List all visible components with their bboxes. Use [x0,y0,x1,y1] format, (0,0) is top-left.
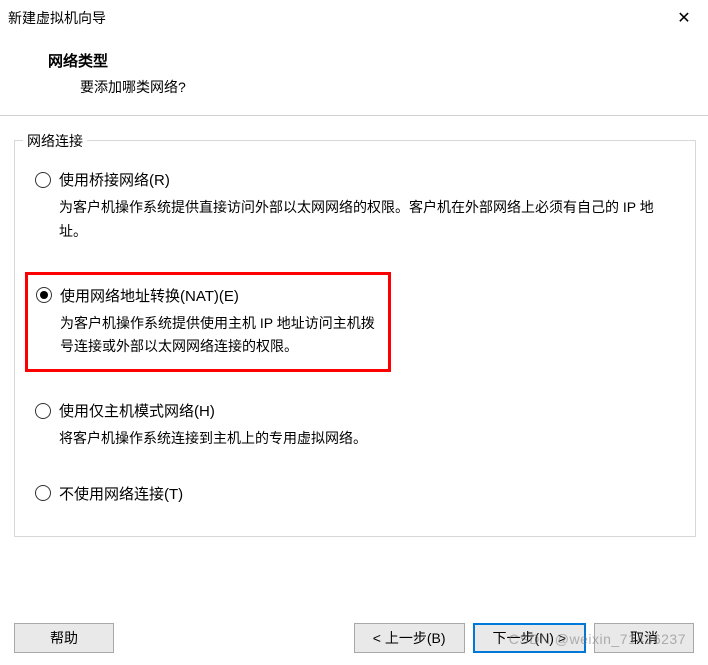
option-bridged[interactable]: 使用桥接网络(R) 为客户机操作系统提供直接访问外部以太网网络的权限。客户机在外… [29,165,681,248]
option-hostonly[interactable]: 使用仅主机模式网络(H) 将客户机操作系统连接到主机上的专用虚拟网络。 [29,396,681,455]
content-area: 网络连接 使用桥接网络(R) 为客户机操作系统提供直接访问外部以太网网络的权限。… [0,116,708,537]
option-bridged-desc: 为客户机操作系统提供直接访问外部以太网网络的权限。客户机在外部网络上必须有自己的… [59,196,675,244]
radio-hostonly[interactable] [35,403,51,419]
wizard-header: 网络类型 要添加哪类网络? [0,36,708,115]
radio-bridged[interactable] [35,172,51,188]
option-none-label: 不使用网络连接(T) [59,483,183,504]
nav-button-group: < 上一步(B) 下一步(N) > 取消 [354,623,694,653]
help-button[interactable]: 帮助 [14,623,114,653]
radio-none[interactable] [35,485,51,501]
radio-nat[interactable] [36,287,52,303]
window-title: 新建虚拟机向导 [8,8,106,28]
next-button[interactable]: 下一步(N) > [473,623,587,653]
titlebar: 新建虚拟机向导 ✕ [0,0,708,36]
page-subtitle: 要添加哪类网络? [80,77,678,97]
close-icon[interactable]: ✕ [672,8,696,28]
cancel-button[interactable]: 取消 [594,623,694,653]
network-groupbox: 网络连接 使用桥接网络(R) 为客户机操作系统提供直接访问外部以太网网络的权限。… [14,140,696,537]
option-nat[interactable]: 使用网络地址转换(NAT)(E) 为客户机操作系统提供使用主机 IP 地址访问主… [25,272,391,373]
back-button[interactable]: < 上一步(B) [354,623,465,653]
option-hostonly-desc: 将客户机操作系统连接到主机上的专用虚拟网络。 [59,427,675,451]
option-nat-label: 使用网络地址转换(NAT)(E) [60,285,239,306]
button-bar: 帮助 < 上一步(B) 下一步(N) > 取消 [0,623,708,653]
option-nat-desc: 为客户机操作系统提供使用主机 IP 地址访问主机拨号连接或外部以太网网络连接的权… [60,312,382,360]
option-bridged-label: 使用桥接网络(R) [59,169,170,190]
option-none[interactable]: 不使用网络连接(T) [29,479,681,508]
option-hostonly-label: 使用仅主机模式网络(H) [59,400,215,421]
groupbox-title: 网络连接 [23,131,87,151]
page-title: 网络类型 [48,50,678,71]
